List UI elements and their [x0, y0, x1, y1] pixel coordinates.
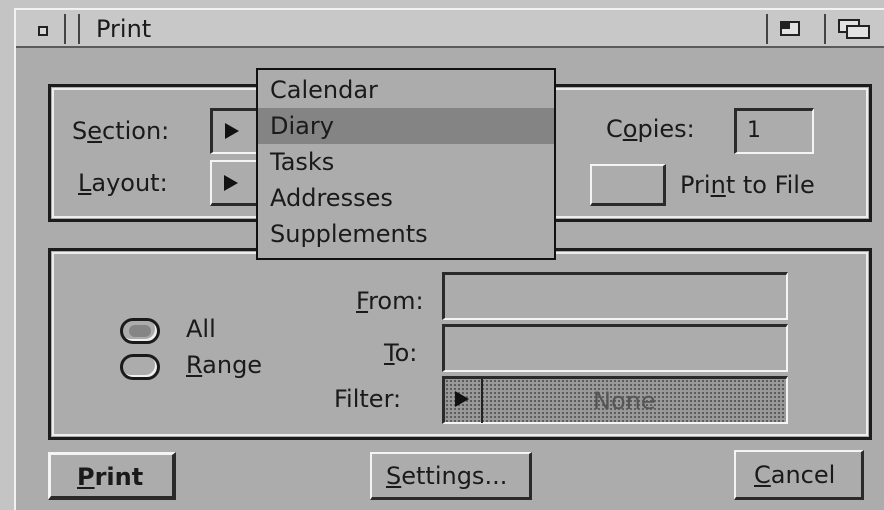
cycle-arrow-icon	[224, 175, 238, 191]
menu-item-tasks[interactable]: Tasks	[258, 144, 554, 180]
section-cycle-button[interactable]	[210, 108, 260, 154]
title-separator	[78, 14, 80, 44]
print-window: Print Section: Layout: Copies: 1 Print t…	[14, 8, 884, 510]
copies-input[interactable]: 1	[734, 108, 814, 154]
menu-item-calendar[interactable]: Calendar	[258, 72, 554, 108]
close-box-icon[interactable]	[26, 14, 66, 44]
range-label: Range	[186, 351, 263, 379]
cycle-arrow-icon	[455, 391, 469, 407]
all-radio[interactable]	[120, 318, 160, 344]
filter-cycle-button[interactable]: None	[442, 376, 788, 424]
settings-button-label: Settings...	[386, 462, 508, 490]
all-label: All	[186, 315, 216, 343]
copies-value: 1	[747, 118, 761, 143]
filter-value: None	[593, 387, 656, 415]
menu-item-addresses[interactable]: Addresses	[258, 180, 554, 216]
to-label: To:	[384, 339, 418, 367]
title-bar[interactable]: Print	[16, 10, 884, 48]
zoom-gadget-icon[interactable]	[766, 14, 808, 44]
range-radio[interactable]	[120, 354, 160, 380]
print-to-file-label: Print to File	[680, 171, 815, 199]
print-button-label: Print	[77, 463, 144, 491]
settings-button[interactable]: Settings...	[370, 452, 532, 500]
menu-item-diary[interactable]: Diary	[258, 108, 554, 144]
cycle-arrow-icon	[225, 123, 239, 139]
cancel-button-label: Cancel	[754, 461, 836, 489]
copies-label: Copies:	[606, 115, 695, 143]
to-field[interactable]	[442, 324, 788, 372]
from-label: From:	[356, 287, 424, 315]
filter-label: Filter:	[334, 385, 402, 413]
print-to-file-checkbox[interactable]	[590, 164, 666, 206]
from-field[interactable]	[442, 272, 788, 320]
layout-cycle-button[interactable]	[210, 160, 260, 206]
cancel-button[interactable]: Cancel	[734, 450, 864, 500]
print-button[interactable]: Print	[48, 452, 176, 500]
depth-gadget-icon[interactable]	[824, 14, 882, 44]
layout-label: Layout:	[78, 169, 168, 197]
section-popup-menu: Calendar Diary Tasks Addresses Supplemen…	[256, 68, 556, 260]
filter-divider	[481, 379, 483, 423]
window-title: Print	[96, 15, 152, 43]
menu-item-supplements[interactable]: Supplements	[258, 216, 554, 252]
section-label: Section:	[72, 117, 170, 145]
